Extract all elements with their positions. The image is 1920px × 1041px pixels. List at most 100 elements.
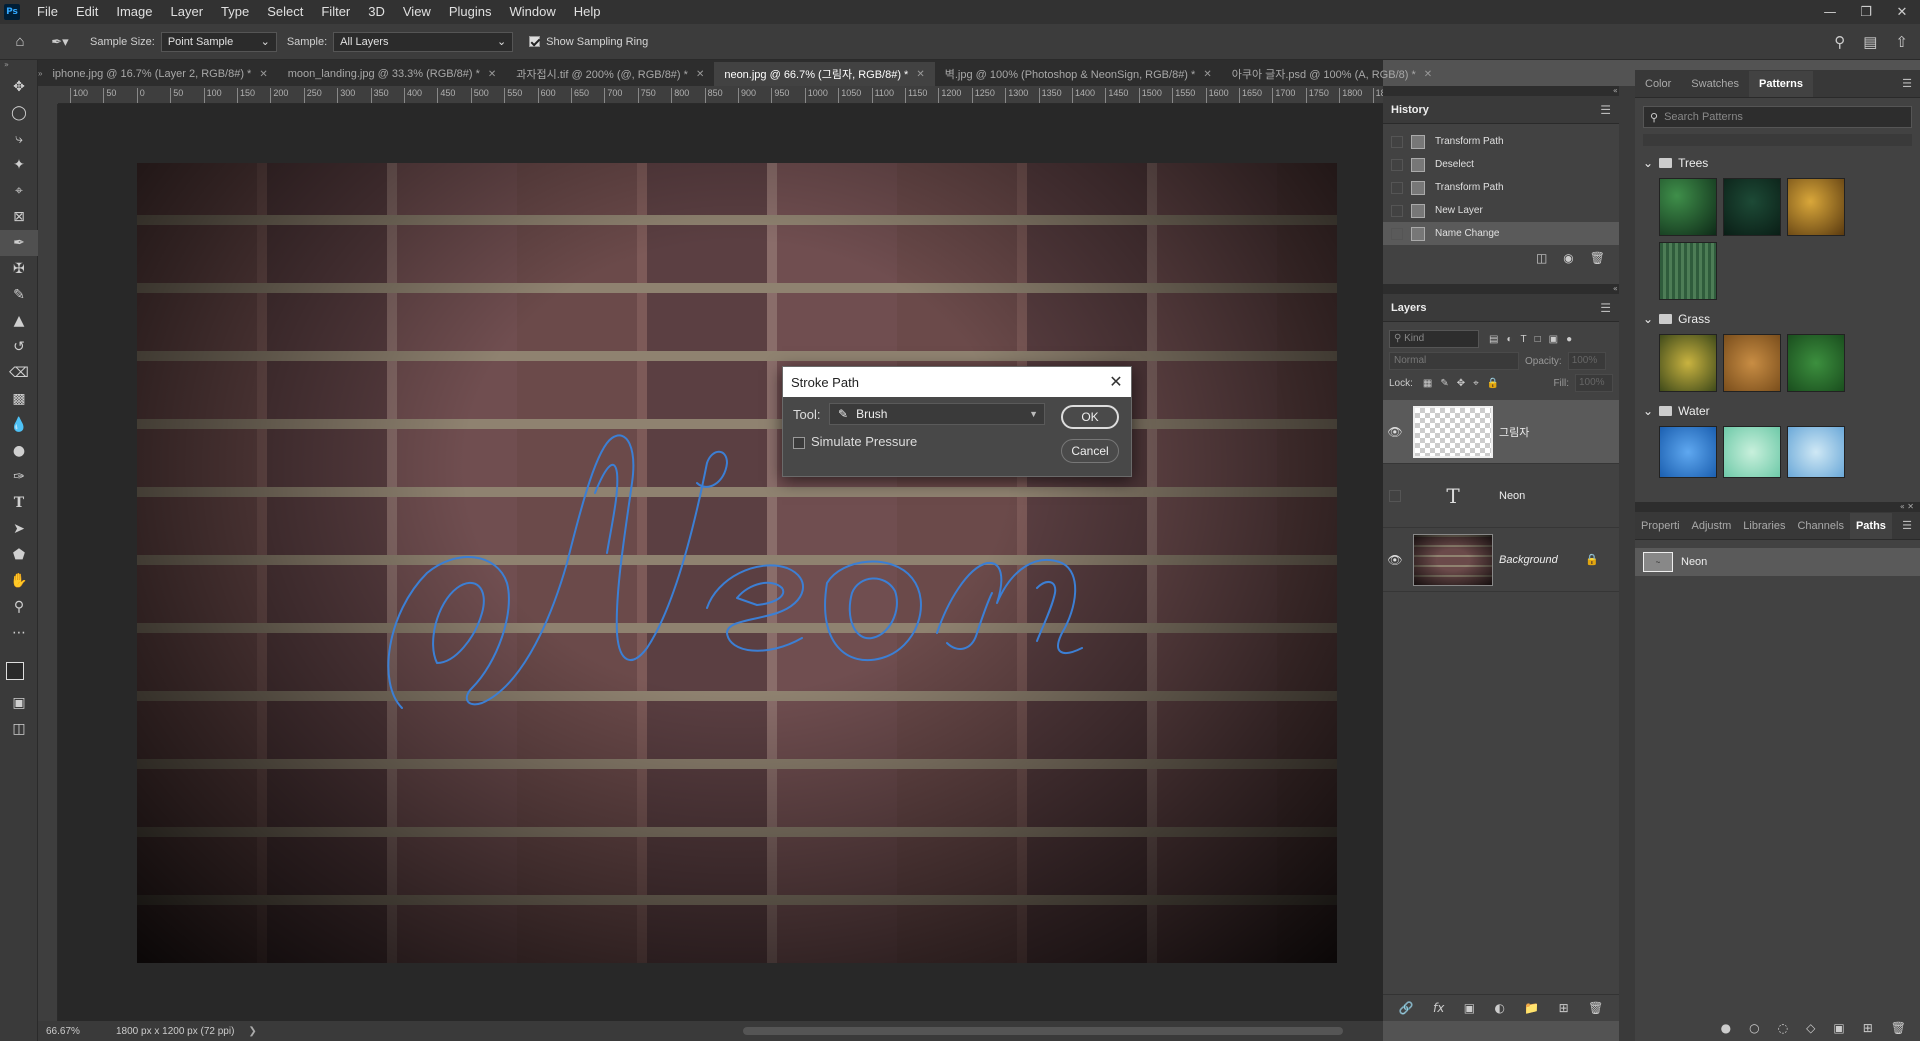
layer-name[interactable]: 그림자 (1499, 424, 1529, 440)
pattern-group-grass[interactable]: ⌄ Grass (1635, 308, 1920, 330)
menu-filter[interactable]: Filter (312, 0, 359, 24)
status-expand-icon[interactable]: ❯ (248, 1026, 256, 1037)
pattern-group-water[interactable]: ⌄ Water (1635, 400, 1920, 422)
layer-name[interactable]: Background (1499, 554, 1558, 566)
history-item[interactable]: Deselect (1383, 153, 1619, 176)
menu-image[interactable]: Image (107, 0, 161, 24)
move-tool-icon[interactable]: ✥ (0, 74, 38, 100)
lock-position-icon[interactable]: ✥ (1457, 378, 1465, 389)
eyedropper-preset-icon[interactable]: ✒▾ (40, 34, 80, 50)
gradient-tool-icon[interactable]: ▩ (0, 386, 38, 412)
history-checkbox[interactable] (1391, 227, 1403, 240)
panel-menu-icon[interactable]: ☰ (1894, 71, 1920, 97)
lock-pixels-icon[interactable]: ✎ (1440, 378, 1448, 389)
history-brush-tool-icon[interactable]: ↺ (0, 334, 38, 360)
fx-icon[interactable]: fx (1433, 1001, 1444, 1015)
sample-select[interactable]: All Layers ⌄ (333, 31, 514, 52)
vertical-ruler[interactable] (38, 86, 58, 1021)
pattern-swatch[interactable] (1723, 178, 1781, 236)
lock-transparency-icon[interactable]: ▦ (1423, 378, 1432, 389)
tab-cookie-plate[interactable]: 과자접시.tif @ 200% (@, RGB/8#) * ✕ (506, 62, 714, 86)
simulate-pressure-checkbox[interactable] (793, 437, 805, 449)
menu-window[interactable]: Window (500, 0, 564, 24)
pattern-swatch[interactable] (1723, 426, 1781, 478)
history-checkbox[interactable] (1391, 204, 1403, 217)
stamp-tool-icon[interactable]: ▲ (0, 308, 38, 334)
panel-collapse-bar[interactable]: « ✕ (1635, 502, 1920, 512)
menu-type[interactable]: Type (212, 0, 258, 24)
eye-icon[interactable]: 👁 (1383, 553, 1407, 567)
zoom-level[interactable]: 66.67% (38, 1026, 96, 1037)
tab-channels[interactable]: Channels (1791, 513, 1849, 539)
show-sampling-ring-checkbox[interactable] (529, 36, 541, 47)
menu-layer[interactable]: Layer (162, 0, 213, 24)
path-item-neon[interactable]: ~ Neon (1635, 548, 1920, 576)
menu-3d[interactable]: 3D (359, 0, 394, 24)
stroke-path-icon[interactable]: ○ (1749, 1021, 1759, 1035)
marquee-tool-icon[interactable]: ◯ (0, 100, 38, 126)
pattern-group-trees[interactable]: ⌄ Trees (1635, 152, 1920, 174)
close-icon[interactable]: ✕ (696, 69, 704, 80)
shape-tool-icon[interactable]: ⬟ (0, 542, 38, 568)
panel-collapse-bar[interactable]: « ✕ (1383, 284, 1633, 294)
menu-view[interactable]: View (394, 0, 440, 24)
lock-icon[interactable]: 🔒 (1585, 553, 1599, 566)
home-icon[interactable]: ⌂ (0, 33, 40, 50)
filter-toggle-icon[interactable]: ● (1566, 334, 1572, 345)
history-item[interactable]: Name Change (1383, 222, 1619, 245)
horizontal-scrollbar[interactable] (743, 1027, 1343, 1035)
history-title[interactable]: History (1391, 104, 1429, 116)
horizontal-ruler[interactable]: 100 50 0 50 100 150 200 250 300 350 400 450 500 550 60… (58, 86, 1383, 104)
workspace-icon[interactable]: ▤ (1863, 33, 1877, 51)
lock-artboard-icon[interactable]: ⌖ (1473, 378, 1479, 389)
new-group-icon[interactable]: 📁 (1524, 1001, 1539, 1015)
close-icon[interactable]: ✕ (488, 69, 496, 80)
pattern-swatch[interactable] (1659, 334, 1717, 392)
pattern-swatch[interactable] (1787, 426, 1845, 478)
tab-libraries[interactable]: Libraries (1737, 513, 1791, 539)
history-item[interactable]: Transform Path (1383, 130, 1619, 153)
close-window-icon[interactable]: ✕ (1884, 5, 1920, 20)
visibility-toggle-off[interactable] (1389, 489, 1401, 502)
sample-size-select[interactable]: Point Sample ⌄ (160, 31, 277, 52)
tab-iphone[interactable]: iphone.jpg @ 16.7% (Layer 2, RGB/8#) * ✕ (42, 62, 277, 86)
document-canvas[interactable] (137, 163, 1337, 963)
new-layer-icon[interactable]: ⊞ (1559, 1001, 1569, 1015)
minimize-icon[interactable]: — (1812, 5, 1848, 20)
menu-plugins[interactable]: Plugins (440, 0, 501, 24)
add-mask-icon[interactable]: ▣ (1833, 1021, 1844, 1035)
dodge-tool-icon[interactable]: ● (0, 438, 38, 464)
pattern-size-slider[interactable] (1643, 134, 1912, 146)
panel-menu-icon[interactable]: ☰ (1600, 103, 1611, 117)
tab-patterns[interactable]: Patterns (1749, 71, 1814, 97)
history-item[interactable]: New Layer (1383, 199, 1619, 222)
layer-name[interactable]: Neon (1499, 490, 1525, 502)
close-icon[interactable]: ✕ (1101, 372, 1131, 392)
pattern-swatch[interactable] (1659, 426, 1717, 478)
zoom-tool-icon[interactable]: ⚲ (0, 594, 38, 620)
load-path-as-selection-icon[interactable]: ◌ (1778, 1021, 1788, 1035)
pixel-filter-icon[interactable]: ▤ (1489, 334, 1498, 345)
tab-aqua-text[interactable]: 아쿠아 글자.psd @ 100% (A, RGB/8) * ✕ (1222, 62, 1442, 86)
quick-mask-icon[interactable]: ▣ (0, 690, 38, 716)
fill-input[interactable]: 100% (1575, 374, 1613, 392)
layer-shadow[interactable]: 👁 그림자 (1383, 400, 1619, 464)
blur-tool-icon[interactable]: 💧 (0, 412, 38, 438)
type-tool-icon[interactable]: T (0, 490, 38, 516)
trash-icon[interactable]: 🗑 (1588, 1001, 1603, 1015)
tab-moon-landing[interactable]: moon_landing.jpg @ 33.3% (RGB/8#) * ✕ (278, 62, 507, 86)
lasso-tool-icon[interactable]: ⤷ (0, 126, 38, 152)
add-mask-icon[interactable]: ▣ (1464, 1001, 1475, 1015)
screen-mode-icon[interactable]: ◫ (0, 716, 38, 742)
tab-neon[interactable]: neon.jpg @ 66.7% (그림자, RGB/8#) * ✕ (714, 62, 935, 86)
menu-help[interactable]: Help (565, 0, 610, 24)
magic-wand-tool-icon[interactable]: ✦ (0, 152, 38, 178)
lock-all-icon[interactable]: 🔒 (1487, 378, 1499, 389)
share-icon[interactable]: ⇧ (1895, 33, 1908, 51)
layer-neon-text[interactable]: T Neon (1383, 464, 1619, 528)
history-checkbox[interactable] (1391, 158, 1403, 171)
history-checkbox[interactable] (1391, 135, 1403, 148)
more-tools-icon[interactable]: ⋯ (0, 620, 38, 646)
tool-select[interactable]: ✎ Brush ▼ (829, 403, 1045, 425)
pattern-swatch[interactable] (1787, 334, 1845, 392)
